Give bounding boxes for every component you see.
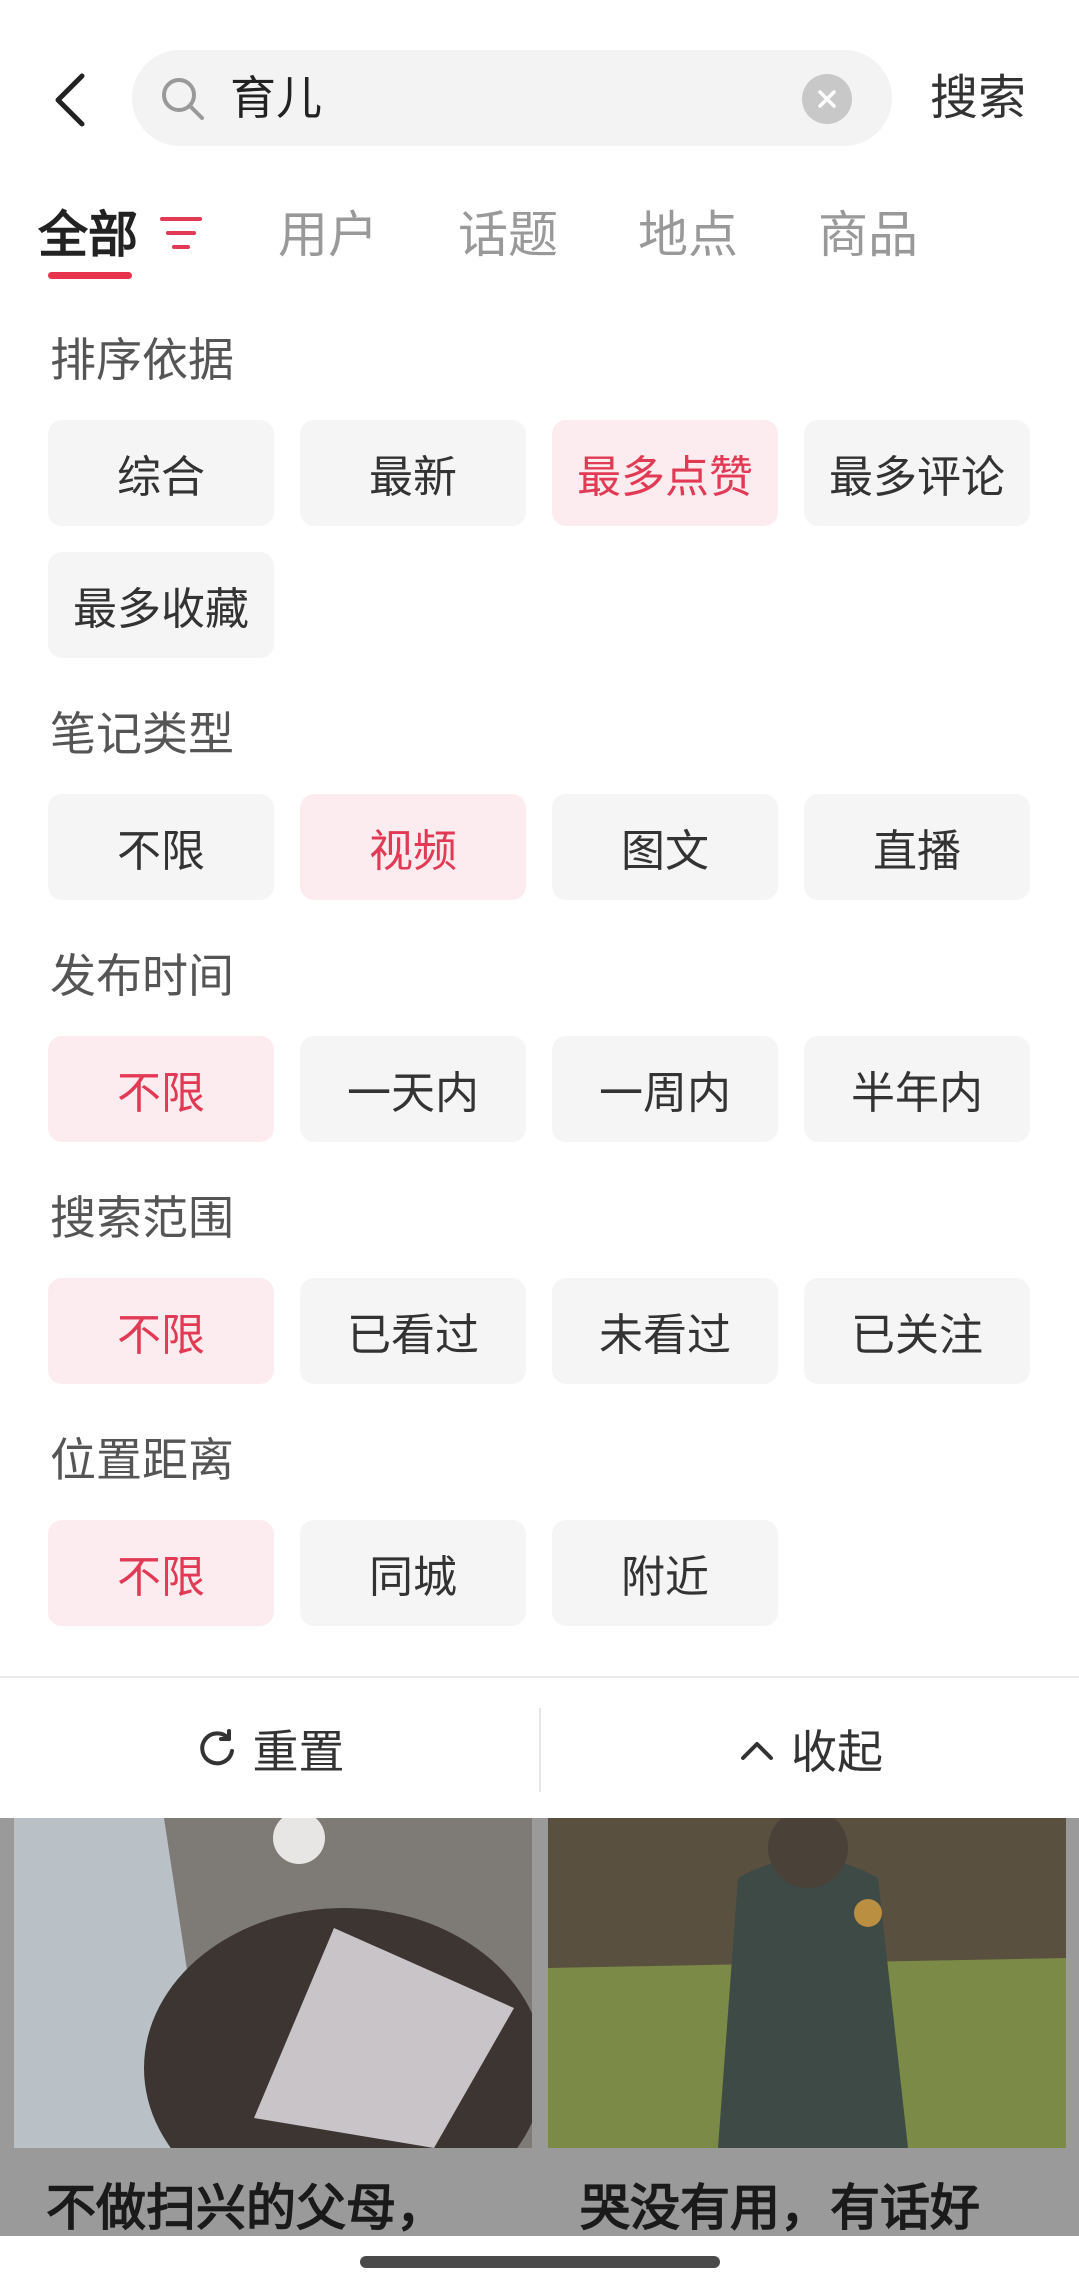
filter-action-bar: 重置 收起 — [0, 1676, 1079, 1820]
distance-option-any[interactable]: 不限 — [48, 1520, 274, 1626]
reset-button[interactable]: 重置 — [0, 1678, 539, 1820]
search-scope-option-following[interactable]: 已关注 — [804, 1278, 1030, 1384]
distance-option-nearby[interactable]: 附近 — [552, 1520, 778, 1626]
publish-time-option-any[interactable]: 不限 — [48, 1036, 274, 1142]
search-query-text[interactable]: 育儿 — [230, 50, 322, 146]
note-type-option-any[interactable]: 不限 — [48, 794, 274, 900]
publish-time-section-title: 发布时间 — [50, 949, 234, 1003]
active-tab-indicator — [48, 272, 132, 279]
tab-all[interactable]: 全部 — [38, 195, 138, 275]
search-scope-option-seen[interactable]: 已看过 — [300, 1278, 526, 1384]
collapse-button[interactable]: 收起 — [541, 1678, 1079, 1820]
result-card-caption: 不做扫兴的父母， — [46, 2179, 446, 2237]
note-type-option-video[interactable]: 视频 — [300, 794, 526, 900]
note-type-option-live[interactable]: 直播 — [804, 794, 1030, 900]
search-header: 育儿 搜索 — [0, 0, 1079, 190]
search-input[interactable]: 育儿 — [132, 50, 892, 146]
publish-time-option-week[interactable]: 一周内 — [552, 1036, 778, 1142]
distance-option-same-city[interactable]: 同城 — [300, 1520, 526, 1626]
distance-section-title: 位置距离 — [50, 1433, 234, 1487]
home-indicator[interactable] — [360, 2256, 720, 2268]
search-button[interactable]: 搜索 — [930, 58, 1026, 138]
result-card[interactable]: 不做扫兴的父母， — [14, 1818, 532, 2238]
sort-option-comprehensive[interactable]: 综合 — [48, 420, 274, 526]
chevron-up-icon — [737, 1734, 777, 1764]
tab-places[interactable]: 地点 — [638, 195, 738, 275]
note-type-option-image-text[interactable]: 图文 — [552, 794, 778, 900]
publish-time-option-day[interactable]: 一天内 — [300, 1036, 526, 1142]
reset-label: 重置 — [252, 1725, 345, 1779]
result-card-image — [548, 1818, 1066, 2148]
tab-products[interactable]: 商品 — [818, 195, 918, 275]
search-results-feed: 不做扫兴的父母， 哭没有用，有话好 — [0, 1818, 1079, 2286]
note-type-section-title: 笔记类型 — [50, 707, 234, 761]
clear-icon — [818, 90, 836, 108]
sort-option-latest[interactable]: 最新 — [300, 420, 526, 526]
sort-section-title: 排序依据 — [50, 333, 234, 387]
search-icon — [162, 78, 204, 120]
sort-option-most-comments[interactable]: 最多评论 — [804, 420, 1030, 526]
result-card-caption: 哭没有用，有话好 — [580, 2179, 980, 2237]
back-arrow-icon — [55, 73, 85, 127]
reset-icon — [195, 1727, 239, 1771]
clear-button[interactable] — [802, 74, 852, 124]
search-scope-option-any[interactable]: 不限 — [48, 1278, 274, 1384]
publish-time-option-half-year[interactable]: 半年内 — [804, 1036, 1030, 1142]
search-scope-option-unseen[interactable]: 未看过 — [552, 1278, 778, 1384]
back-button[interactable] — [40, 60, 100, 140]
filter-icon[interactable] — [158, 213, 204, 253]
tab-topics[interactable]: 话题 — [458, 195, 558, 275]
collapse-label: 收起 — [791, 1725, 883, 1779]
result-card[interactable]: 哭没有用，有话好 — [548, 1818, 1066, 2238]
tab-users[interactable]: 用户 — [278, 195, 378, 275]
sort-option-most-likes[interactable]: 最多点赞 — [552, 420, 778, 526]
result-card-image — [14, 1818, 532, 2148]
search-scope-section-title: 搜索范围 — [50, 1191, 234, 1245]
sort-option-most-favorites[interactable]: 最多收藏 — [48, 552, 274, 658]
